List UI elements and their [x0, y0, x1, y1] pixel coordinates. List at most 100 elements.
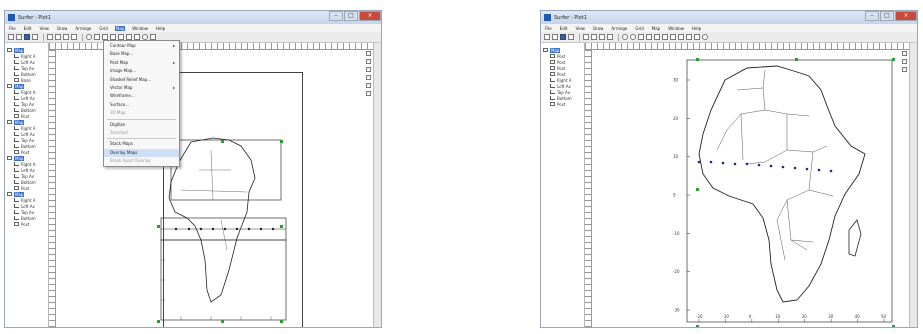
copy-icon[interactable] [55, 34, 61, 40]
menu-arrange[interactable]: Arrange [74, 26, 92, 31]
undo-icon[interactable] [71, 34, 77, 40]
select-tool-icon[interactable] [654, 34, 660, 40]
group-icon[interactable] [366, 91, 371, 96]
save-icon[interactable] [560, 34, 566, 40]
selection-handle[interactable] [795, 58, 798, 61]
menu-window[interactable]: Window [131, 26, 149, 31]
select-tool-icon[interactable] [94, 34, 100, 40]
layer-icon [14, 78, 19, 82]
menu-item-shaded-relief-map[interactable]: Shaded Relief Map... [104, 76, 179, 84]
text-tool-icon[interactable] [662, 34, 668, 40]
menu-arrange[interactable]: Arrange [610, 26, 628, 31]
selection-handle[interactable] [280, 140, 283, 143]
menu-file[interactable]: File [544, 26, 553, 31]
close-button[interactable]: × [895, 11, 917, 21]
selection-handle[interactable] [157, 320, 160, 323]
align-center-icon[interactable] [366, 59, 371, 64]
selection-handle[interactable] [221, 320, 224, 323]
ellipse-tool-icon[interactable] [702, 34, 708, 40]
menu-draw[interactable]: Draw [56, 26, 68, 31]
plot-canvas[interactable]: 30 20 10 0 -10 -20 -30 -20 -10 0 10 20 30 40 50 [592, 50, 909, 327]
copy-icon[interactable] [591, 34, 597, 40]
selection-handle[interactable] [221, 140, 224, 143]
align-center-icon[interactable] [902, 59, 907, 64]
selection-handle[interactable] [280, 320, 283, 323]
minimize-button[interactable]: – [865, 11, 879, 21]
menu-item-stack-maps[interactable]: Stack Maps [104, 140, 179, 148]
menu-item-base-map[interactable]: Base Map... [104, 50, 179, 58]
axis-icon [550, 84, 555, 88]
selection-handle[interactable] [696, 325, 699, 327]
zoom-page-icon[interactable] [646, 34, 652, 40]
zoom-in-icon[interactable] [622, 34, 628, 40]
menu-file[interactable]: File [8, 26, 17, 31]
axis-icon [14, 216, 19, 220]
menu-view[interactable]: View [38, 26, 50, 31]
align-right-icon[interactable] [902, 67, 907, 72]
new-file-icon[interactable] [544, 34, 550, 40]
selection-handle[interactable] [696, 58, 699, 61]
vertical-scrollbar[interactable] [909, 43, 917, 327]
open-file-icon[interactable] [16, 34, 22, 40]
menu-item-surface[interactable]: Surface... [104, 101, 179, 109]
y-tick-label: 0 [673, 193, 676, 198]
align-left-icon[interactable] [902, 51, 907, 56]
zoom-icon[interactable] [86, 34, 92, 40]
cut-icon[interactable] [47, 34, 53, 40]
minimize-button[interactable]: – [329, 11, 343, 21]
menu-item-digitize[interactable]: Digitize [104, 121, 179, 129]
menu-grid[interactable]: Grid [634, 26, 644, 31]
polyline-tool-icon[interactable] [678, 34, 684, 40]
polygon-tool-icon[interactable] [670, 34, 676, 40]
menu-item-label: Base Map... [110, 51, 134, 57]
rectangle-tool-icon[interactable] [694, 34, 700, 40]
align-bottom-icon[interactable] [366, 83, 371, 88]
menu-edit[interactable]: Edit [559, 26, 569, 31]
vertical-ruler [49, 50, 56, 327]
menu-item-overlay-maps[interactable]: Overlay Maps [104, 148, 179, 158]
overlay-map-figure[interactable]: 30 20 10 0 -10 -20 -30 -20 -10 0 10 20 30 40 50 [637, 50, 907, 328]
menu-edit[interactable]: Edit [23, 26, 33, 31]
vertical-scrollbar[interactable] [373, 43, 381, 327]
symbol-tool-icon[interactable] [686, 34, 692, 40]
menu-item-vector-map[interactable]: Vector Map ▸ [104, 84, 179, 92]
menu-window[interactable]: Window [667, 26, 685, 31]
print-icon[interactable] [568, 34, 574, 40]
selection-handle[interactable] [892, 58, 895, 61]
print-icon[interactable] [32, 34, 38, 40]
menu-item-contour-map[interactable]: Contour Map ▸ [104, 42, 179, 50]
open-file-icon[interactable] [552, 34, 558, 40]
zoom-out-icon[interactable] [630, 34, 636, 40]
menu-item-wireframe[interactable]: Wireframe... [104, 92, 179, 100]
menu-map[interactable]: Map [651, 26, 661, 31]
align-top-icon[interactable] [366, 75, 371, 80]
menu-item-post-map[interactable]: Post Map ▸ [104, 59, 179, 67]
maximize-button[interactable]: □ [880, 11, 894, 21]
align-left-icon[interactable] [366, 51, 371, 56]
menu-help[interactable]: Help [155, 26, 166, 31]
tree-item-layer[interactable]: Post [541, 101, 584, 107]
cut-icon[interactable] [583, 34, 589, 40]
menu-grid[interactable]: Grid [98, 26, 108, 31]
align-right-icon[interactable] [366, 67, 371, 72]
menu-view[interactable]: View [574, 26, 586, 31]
axis-icon [14, 66, 19, 70]
menu-draw[interactable]: Draw [592, 26, 604, 31]
new-file-icon[interactable] [8, 34, 14, 40]
zoom-rectangle-icon[interactable] [638, 34, 644, 40]
selection-handle[interactable] [157, 225, 160, 228]
paste-icon[interactable] [63, 34, 69, 40]
tree-item-layer[interactable]: Post [5, 221, 48, 227]
selection-handle[interactable] [892, 325, 895, 327]
save-icon[interactable] [24, 34, 30, 40]
maximize-button[interactable]: □ [344, 11, 358, 21]
menu-map[interactable]: Map [114, 25, 126, 31]
selection-handle[interactable] [696, 188, 699, 191]
menu-item-image-map[interactable]: Image Map... [104, 67, 179, 75]
toolbar-separator [579, 33, 580, 41]
menu-help[interactable]: Help [691, 26, 702, 31]
paste-icon[interactable] [599, 34, 605, 40]
close-button[interactable]: × [359, 11, 381, 21]
selection-handle[interactable] [280, 225, 283, 228]
undo-icon[interactable] [607, 34, 613, 40]
